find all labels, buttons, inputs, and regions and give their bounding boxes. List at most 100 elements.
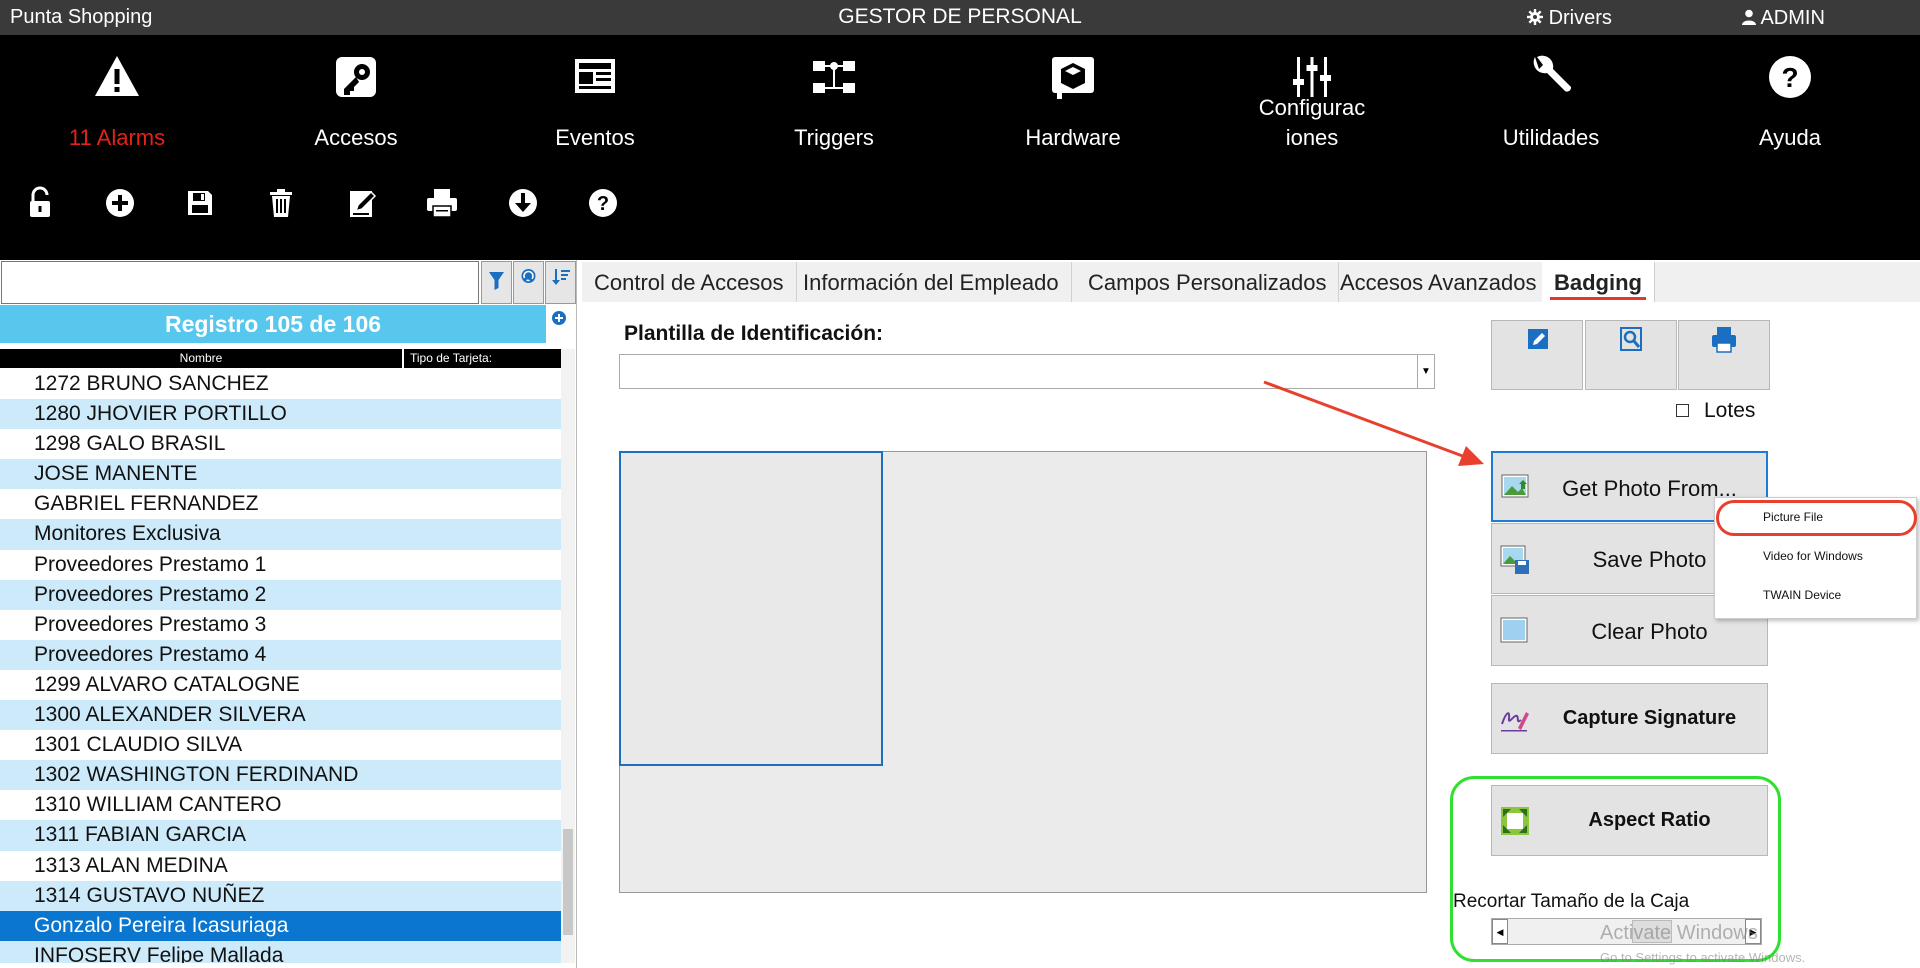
picture-clear-icon bbox=[1500, 617, 1528, 643]
add-record-icon[interactable] bbox=[551, 310, 567, 326]
list-item[interactable]: 1299 ALVARO CATALOGNE bbox=[0, 670, 561, 700]
key-card-icon bbox=[336, 57, 376, 97]
save-icon[interactable] bbox=[182, 185, 218, 221]
edit-badge-button[interactable] bbox=[1491, 320, 1583, 390]
picture-save-icon bbox=[1500, 545, 1529, 574]
list-item[interactable]: 1314 GUSTAVO NUÑEZ bbox=[0, 880, 561, 911]
list-item[interactable]: 1300 ALEXANDER SILVERA bbox=[0, 700, 561, 731]
list-item[interactable]: 1280 JHOVIER PORTILLO bbox=[0, 399, 561, 430]
nav-label-line1: Configurac bbox=[1258, 95, 1366, 120]
chevron-down-icon[interactable]: ▼ bbox=[1417, 355, 1434, 388]
nav-triggers[interactable]: Triggers bbox=[734, 45, 934, 175]
list-item[interactable]: GABRIEL FERNANDEZ bbox=[0, 489, 561, 519]
svg-text:?: ? bbox=[597, 193, 609, 215]
magnify-icon bbox=[1620, 327, 1642, 351]
nav-configuraciones[interactable]: Configurac iones bbox=[1212, 45, 1412, 175]
nav-ayuda[interactable]: ? Ayuda bbox=[1690, 45, 1890, 175]
nav-eventos[interactable]: Eventos bbox=[495, 45, 695, 175]
signature-icon bbox=[1501, 712, 1529, 732]
svg-text:?: ? bbox=[1781, 62, 1798, 93]
preview-badge-button[interactable] bbox=[1585, 320, 1677, 390]
capture-signature-label: Capture Signature bbox=[1562, 707, 1737, 729]
app-name: Punta Shopping bbox=[10, 6, 153, 28]
picture-import-icon bbox=[1501, 474, 1529, 498]
list-item[interactable]: Proveedores Prestamo 4 bbox=[0, 639, 561, 670]
tab-bar: Control de Accesos Información del Emple… bbox=[582, 262, 1920, 302]
title-bar: Punta Shopping GESTOR DE PERSONAL Driver… bbox=[0, 0, 1920, 35]
list-item[interactable]: Gonzalo Pereira Icasuriaga bbox=[0, 910, 561, 941]
list-item[interactable]: INFOSERV Felipe Mallada bbox=[0, 940, 561, 963]
list-item[interactable]: 1301 CLAUDIO SILVA bbox=[0, 730, 561, 760]
sort-icon bbox=[552, 269, 570, 285]
drivers-menu[interactable]: Drivers bbox=[1527, 7, 1612, 30]
tab-badging[interactable]: Badging bbox=[1542, 262, 1655, 302]
lock-icon[interactable] bbox=[22, 185, 58, 221]
filter-button[interactable] bbox=[481, 261, 512, 304]
menu-item-video-for-windows[interactable]: Video for Windows bbox=[1715, 537, 1918, 575]
newspaper-icon bbox=[575, 59, 615, 93]
lotes-label: Lotes bbox=[1704, 399, 1756, 422]
capture-signature-button[interactable]: Capture Signature bbox=[1491, 683, 1768, 754]
edit-icon[interactable] bbox=[344, 185, 380, 221]
nav-label: Accesos bbox=[314, 125, 398, 150]
trash-icon[interactable] bbox=[263, 185, 299, 221]
activate-windows-watermark: Activate Windows bbox=[1600, 922, 1758, 944]
checkbox[interactable] bbox=[1676, 404, 1689, 417]
scrollbar-thumb[interactable] bbox=[563, 829, 573, 935]
list-item[interactable]: Proveedores Prestamo 2 bbox=[0, 579, 561, 610]
flow-icon bbox=[813, 61, 855, 93]
add-icon[interactable] bbox=[102, 185, 138, 221]
user-menu[interactable]: ADMIN bbox=[1742, 7, 1825, 30]
nav-accesos[interactable]: Accesos bbox=[256, 45, 456, 175]
list-item[interactable]: 1311 FABIAN GARCIA bbox=[0, 820, 561, 851]
highlight-ring-red bbox=[1716, 500, 1917, 536]
list-item[interactable]: Proveedores Prestamo 3 bbox=[0, 610, 561, 640]
filter-icon bbox=[489, 272, 504, 290]
nav-label: Utilidades bbox=[1502, 125, 1600, 150]
plantilla-label: Plantilla de Identificación: bbox=[624, 322, 884, 345]
nav-alarms[interactable]: 11 Alarms bbox=[17, 45, 217, 175]
list-item[interactable]: JOSE MANENTE bbox=[0, 459, 561, 490]
plantilla-select[interactable]: ▼ bbox=[619, 354, 1435, 389]
employee-list-pane: Registro 105 de 106 Nombre Tipo de Tarje… bbox=[0, 260, 577, 968]
user-icon bbox=[1742, 9, 1756, 25]
wrench-icon bbox=[1533, 55, 1572, 92]
list-item[interactable]: 1298 GALO BRASIL bbox=[0, 429, 561, 459]
list-item[interactable]: 1302 WASHINGTON FERDINAND bbox=[0, 760, 561, 791]
list-item[interactable]: Monitores Exclusiva bbox=[0, 519, 561, 550]
pencil-icon bbox=[1528, 329, 1548, 349]
list-scrollbar[interactable] bbox=[561, 349, 575, 963]
nav-label: Eventos bbox=[555, 125, 635, 150]
employee-list: 1272 BRUNO SANCHEZ 1280 JHOVIER PORTILLO 1… bbox=[0, 369, 561, 963]
menu-item-twain-device[interactable]: TWAIN Device bbox=[1715, 576, 1918, 614]
help-icon: ? bbox=[1769, 56, 1811, 98]
activate-windows-hint: Go to Settings to activate Windows. bbox=[1600, 950, 1806, 965]
sort-button[interactable] bbox=[545, 261, 576, 304]
tab-campos-personalizados[interactable]: Campos Personalizados bbox=[1076, 262, 1340, 302]
tab-accesos-avanzados[interactable]: Accesos Avanzados bbox=[1328, 262, 1550, 302]
nav-label: 11 Alarms bbox=[68, 125, 166, 150]
print-icon[interactable] bbox=[424, 185, 460, 221]
list-item[interactable]: 1272 BRUNO SANCHEZ bbox=[0, 369, 561, 399]
print-badge-button[interactable] bbox=[1678, 320, 1770, 390]
column-header-tipo[interactable]: Tipo de Tarjeta: bbox=[404, 349, 561, 368]
user-name: ADMIN bbox=[1760, 7, 1825, 29]
refresh-icon bbox=[521, 269, 536, 283]
refresh-button[interactable] bbox=[513, 261, 544, 304]
search-input[interactable] bbox=[1, 261, 479, 304]
list-item[interactable]: 1310 WILLIAM CANTERO bbox=[0, 790, 561, 820]
drivers-label: Drivers bbox=[1548, 7, 1612, 29]
list-item[interactable]: Proveedores Prestamo 1 bbox=[0, 550, 561, 580]
help-icon[interactable]: ? bbox=[585, 185, 621, 221]
photo-frame[interactable] bbox=[619, 451, 883, 766]
tab-informacion-del-empleado[interactable]: Información del Empleado bbox=[791, 262, 1072, 302]
nav-label: Hardware bbox=[1025, 125, 1121, 150]
tab-control-de-accesos[interactable]: Control de Accesos bbox=[582, 262, 797, 302]
nav-hardware[interactable]: Hardware bbox=[973, 45, 1173, 175]
download-icon[interactable] bbox=[505, 185, 541, 221]
hardware-icon bbox=[1052, 57, 1094, 99]
column-header-nombre[interactable]: Nombre bbox=[0, 349, 402, 368]
nav-label: Triggers bbox=[794, 125, 874, 150]
nav-utilidades[interactable]: Utilidades bbox=[1451, 45, 1651, 175]
list-item[interactable]: 1313 ALAN MEDINA bbox=[0, 851, 561, 881]
